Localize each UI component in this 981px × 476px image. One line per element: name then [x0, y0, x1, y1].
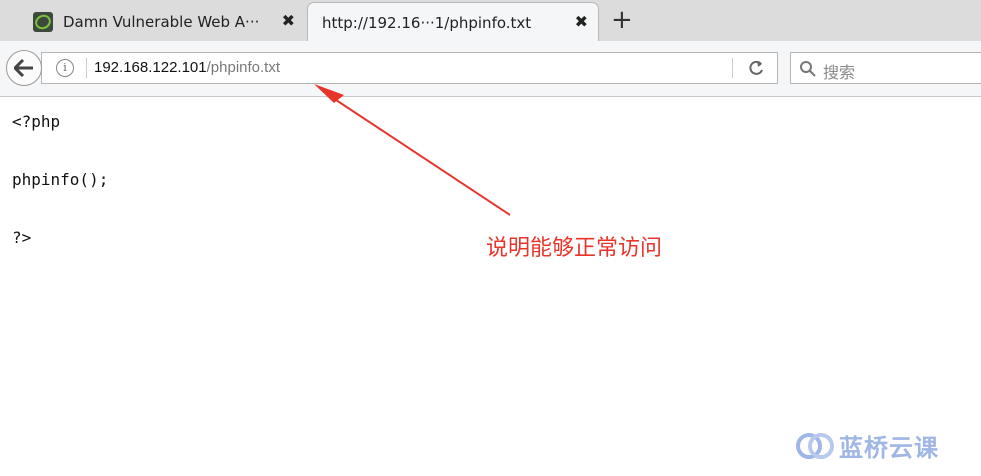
watermark-logo-icon — [795, 431, 835, 461]
annotation-text: 说明能够正常访问 — [486, 236, 663, 261]
watermark: 蓝桥云课 — [795, 428, 939, 463]
watermark-text: 蓝桥云课 — [839, 434, 939, 462]
